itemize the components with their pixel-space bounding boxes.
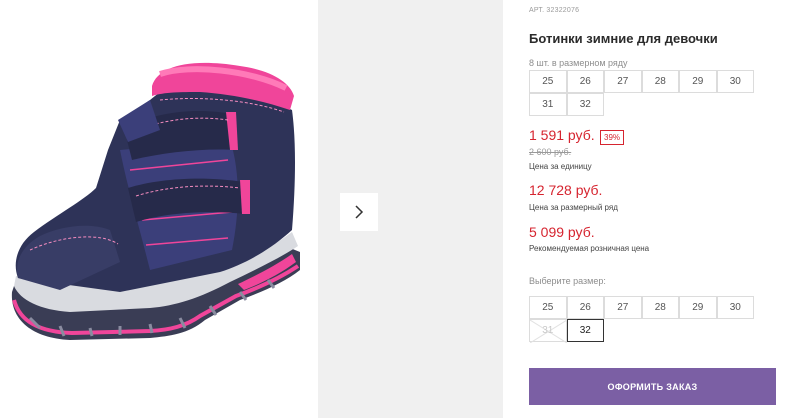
product-gallery [0,0,503,418]
unit-price-caption: Цена за единицу [529,162,592,171]
choose-size-label: Выберите размер: [529,276,606,286]
chevron-right-icon [355,205,364,219]
size-selector: 25 26 27 28 29 30 31 32 [529,296,754,343]
product-photo[interactable] [0,0,318,418]
pack-size-cell: 28 [641,70,679,93]
retail-price-caption: Рекомендуемая розничная цена [529,244,650,253]
pack-size-grid: 25 26 27 28 29 30 31 32 [529,70,754,116]
pack-size-cell: 30 [716,70,754,93]
size-option-32-selected[interactable]: 32 [566,319,604,342]
boot-image [11,62,301,340]
pack-size-cell: 29 [679,70,717,93]
pack-size-cell: 25 [529,70,567,93]
unit-price: 1 591 руб. [529,127,595,143]
product-title: Ботинки зимние для девочки [529,31,718,46]
article-number: АРТ. 32322076 [529,7,580,14]
size-option-29[interactable]: 29 [679,296,717,319]
size-option-27[interactable]: 27 [604,296,642,319]
pack-price-caption: Цена за размерный ряд [529,203,618,212]
size-option-label: 31 [542,325,554,336]
gallery-next-button[interactable] [340,193,378,231]
size-option-31-unavailable: 31 [529,319,567,343]
pack-size-cell: 31 [529,93,567,116]
pack-size-cell: 27 [604,70,642,93]
old-price: 2 600 руб. [529,147,572,157]
size-option-25[interactable]: 25 [529,296,567,319]
size-option-26[interactable]: 26 [566,296,604,319]
pack-size-cell: 26 [566,70,604,93]
pack-size-cell: 32 [566,93,604,116]
size-option-28[interactable]: 28 [641,296,679,319]
product-info: АРТ. 32322076 Ботинки зимние для девочки… [529,0,789,418]
pack-price: 12 728 руб. [529,182,603,198]
discount-badge: 39% [600,130,625,145]
size-option-30[interactable]: 30 [716,296,754,319]
order-button[interactable]: ОФОРМИТЬ ЗАКАЗ [529,368,776,405]
pack-note: 8 шт. в размерном ряду [529,58,628,68]
retail-price: 5 099 руб. [529,224,595,240]
